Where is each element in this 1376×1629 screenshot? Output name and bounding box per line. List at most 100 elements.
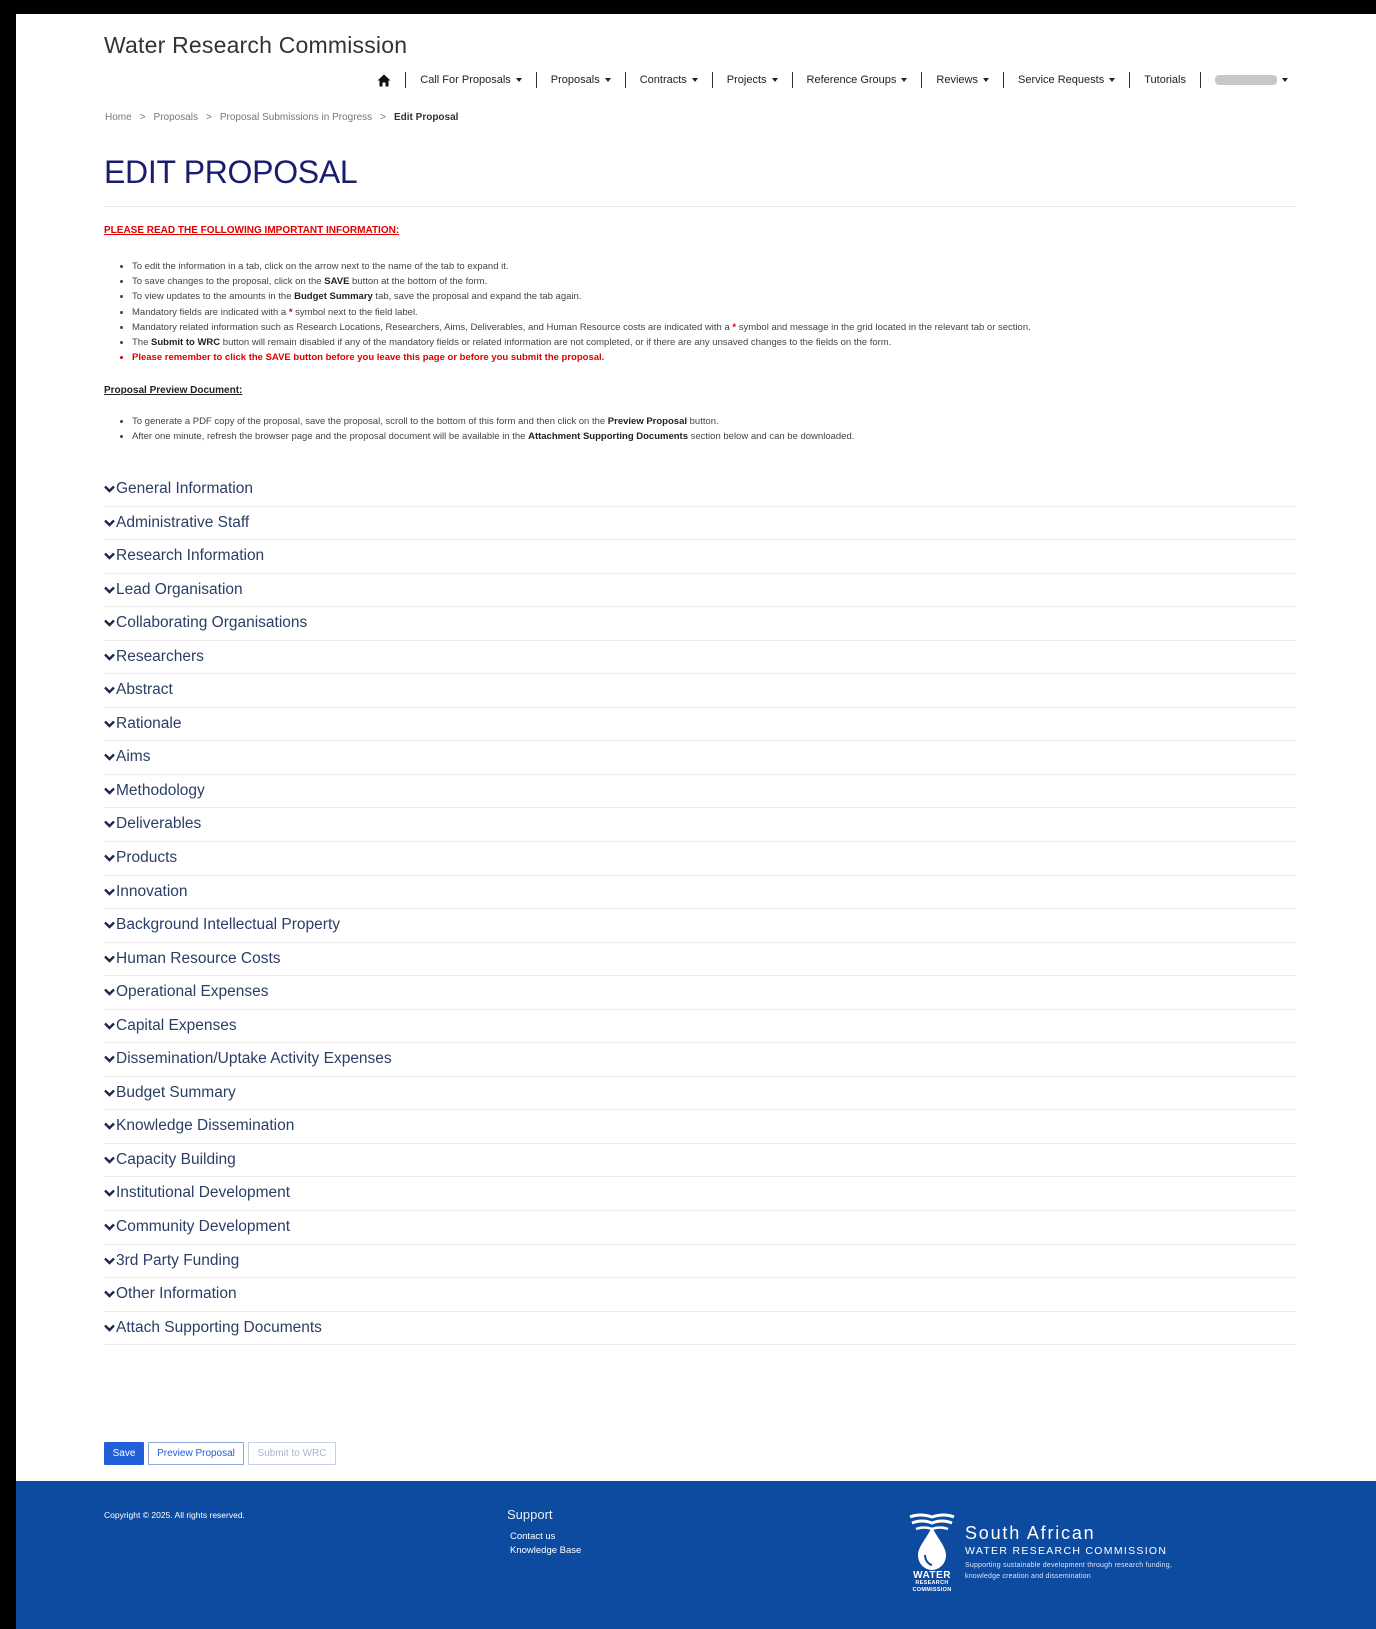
section-label: Lead Organisation	[116, 580, 243, 598]
section-administrative-staff[interactable]: Administrative Staff	[104, 507, 1296, 541]
info-emphasis: Budget Summary	[294, 291, 373, 303]
section-label: Background Intellectual Property	[116, 916, 341, 934]
nav-label: Call For Proposals	[420, 74, 511, 86]
site-brand[interactable]: Water Research Commission	[104, 32, 407, 59]
user-name-blurred	[1215, 75, 1277, 85]
preview-proposal-button[interactable]: Preview Proposal	[148, 1442, 244, 1465]
top-navigation: Call For Proposals Proposals Contracts Proj…	[377, 72, 1288, 88]
nav-separator	[624, 72, 626, 88]
nav-reviews[interactable]: Reviews	[936, 74, 989, 86]
breadcrumb-edit-proposal: Edit Proposal	[393, 112, 459, 123]
contact-us-link[interactable]: Contact us	[510, 1531, 581, 1542]
section-label: Other Information	[116, 1285, 237, 1303]
nav-separator	[1200, 72, 1201, 88]
info-text: button will remain disabled if any of th…	[220, 336, 892, 348]
section-label: 3rd Party Funding	[116, 1251, 240, 1269]
nav-call-for-proposals[interactable]: Call For Proposals	[420, 74, 522, 86]
info-emphasis: Preview Proposal	[607, 416, 687, 427]
support-links: Support Contact us Knowledge Base	[507, 1507, 581, 1559]
info-text: button at the bottom of the form.	[349, 276, 488, 288]
user-menu[interactable]	[1215, 75, 1288, 85]
section-collaborating-organisations[interactable]: Collaborating Organisations	[104, 607, 1296, 641]
site-footer: Copyright © 2025. All rights reserved. S…	[16, 1481, 1376, 1629]
breadcrumb-proposals[interactable]: Proposals	[154, 112, 198, 123]
section-rationale[interactable]: Rationale	[104, 708, 1296, 742]
chevron-down-icon	[104, 1022, 115, 1030]
section-products[interactable]: Products	[104, 842, 1296, 876]
section-institutional-development[interactable]: Institutional Development	[104, 1177, 1296, 1212]
section-label: Collaborating Organisations	[116, 614, 308, 632]
nav-separator	[711, 72, 713, 88]
section-community-development[interactable]: Community Development	[104, 1211, 1296, 1245]
info-emphasis: Submit to WRC	[151, 336, 221, 348]
nav-contracts[interactable]: Contracts	[640, 74, 698, 86]
breadcrumb-proposal-submissions-in-progress[interactable]: Proposal Submissions in Progress	[220, 112, 372, 123]
chevron-down-icon	[104, 1190, 115, 1198]
section-other-information[interactable]: Other Information	[104, 1278, 1296, 1312]
section-label: Deliverables	[116, 815, 202, 833]
logo-tagline: Supporting sustainable development throu…	[965, 1562, 1172, 1580]
section-label: Human Resource Costs	[116, 949, 281, 967]
section-operational-expenses[interactable]: Operational Expenses	[104, 976, 1296, 1010]
water-drop-logo-icon	[909, 1513, 955, 1570]
info-item: To save changes to the proposal, click o…	[132, 274, 1292, 289]
nav-label: Projects	[726, 74, 767, 86]
section-abstract[interactable]: Abstract	[104, 674, 1296, 708]
chevron-down-icon	[104, 1123, 115, 1131]
section-budget-summary[interactable]: Budget Summary	[104, 1077, 1296, 1111]
nav-reference-groups[interactable]: Reference Groups	[807, 74, 908, 86]
preview-info-list: To generate a PDF copy of the proposal, …	[104, 414, 1292, 444]
page-title: EDIT PROPOSAL	[104, 154, 358, 190]
chevron-down-icon	[104, 1290, 115, 1298]
section-attach-supporting-documents[interactable]: Attach Supporting Documents	[104, 1312, 1296, 1346]
section-label: General Information	[116, 480, 253, 497]
info-emphasis: Attachment Supporting Documents	[528, 431, 688, 443]
info-item: Please remember to click the SAVE button…	[132, 350, 1292, 365]
info-text: Please remember to click the SAVE button…	[132, 352, 605, 364]
section-lead-organisation[interactable]: Lead Organisation	[104, 574, 1296, 608]
section-3rd-party-funding[interactable]: 3rd Party Funding	[104, 1245, 1296, 1279]
chevron-down-icon	[104, 988, 115, 996]
nav-label: Tutorials	[1144, 74, 1186, 86]
section-methodology[interactable]: Methodology	[104, 775, 1296, 809]
nav-separator	[535, 72, 537, 88]
chevron-down-icon	[104, 619, 115, 627]
nav-projects[interactable]: Projects	[727, 74, 778, 86]
important-info-list: To edit the information in a tab, click …	[104, 259, 1292, 365]
section-background-intellectual-property[interactable]: Background Intellectual Property	[104, 909, 1296, 943]
section-aims[interactable]: Aims	[104, 741, 1296, 775]
nav-proposals[interactable]: Proposals	[551, 74, 611, 86]
copyright-text: Copyright © 2025. All rights reserved.	[104, 1510, 245, 1520]
section-dissemination-uptake-activity-expenses[interactable]: Dissemination/Uptake Activity Expenses	[104, 1043, 1296, 1077]
home-nav-button[interactable]	[377, 74, 391, 87]
caret-down-icon	[691, 78, 698, 82]
section-capital-expenses[interactable]: Capital Expenses	[104, 1010, 1296, 1044]
breadcrumb-home[interactable]: Home	[105, 112, 132, 123]
section-deliverables[interactable]: Deliverables	[104, 808, 1296, 843]
section-label: Community Development	[116, 1218, 291, 1236]
nav-separator	[921, 72, 923, 88]
nav-tutorials[interactable]: Tutorials	[1144, 74, 1186, 86]
section-label: Rationale	[116, 714, 182, 732]
knowledge-base-link[interactable]: Knowledge Base	[510, 1545, 581, 1556]
section-researchers[interactable]: Researchers	[104, 641, 1296, 675]
chevron-down-icon	[104, 519, 115, 527]
important-info-heading: PLEASE READ THE FOLLOWING IMPORTANT INFO…	[104, 225, 400, 236]
section-human-resource-costs[interactable]: Human Resource Costs	[104, 943, 1296, 977]
section-general-information[interactable]: General Information	[104, 473, 1296, 507]
save-button[interactable]: Save	[104, 1442, 144, 1465]
info-text: tab, save the proposal and expand the ta…	[372, 291, 582, 303]
caret-down-icon	[1109, 78, 1116, 82]
nav-service-requests[interactable]: Service Requests	[1018, 74, 1116, 86]
nav-label: Reference Groups	[806, 74, 897, 86]
submit-to-wrc-button: Submit to WRC	[248, 1442, 336, 1465]
section-label: Operational Expenses	[116, 983, 269, 1001]
section-capacity-building[interactable]: Capacity Building	[104, 1144, 1296, 1178]
section-research-information[interactable]: Research Information	[104, 540, 1296, 574]
chevron-down-icon	[104, 686, 115, 694]
info-item: Mandatory fields are indicated with a * …	[132, 305, 1292, 320]
info-text: button.	[687, 416, 719, 427]
caret-down-icon	[1282, 78, 1288, 82]
section-knowledge-dissemination[interactable]: Knowledge Dissemination	[104, 1110, 1296, 1144]
section-innovation[interactable]: Innovation	[104, 876, 1296, 910]
